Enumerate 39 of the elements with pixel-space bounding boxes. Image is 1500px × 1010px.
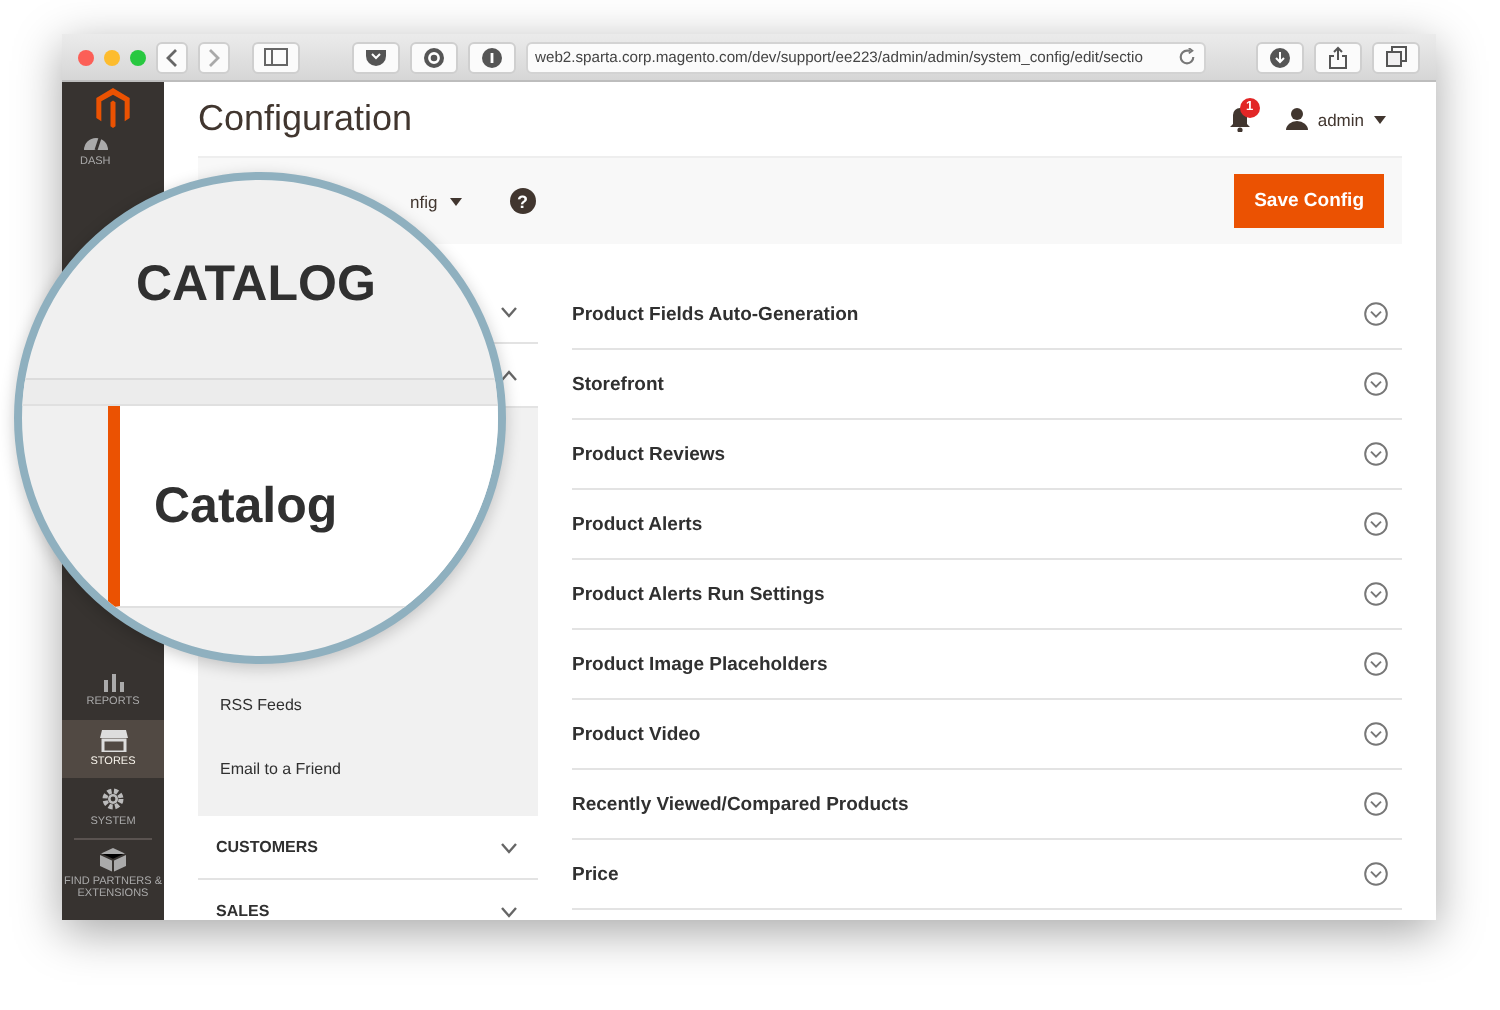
- config-group-header[interactable]: Product Fields Auto-Generation: [572, 280, 1402, 350]
- config-group-header[interactable]: Product Image Placeholders: [572, 630, 1402, 700]
- config-group-header[interactable]: Storefront: [572, 350, 1402, 420]
- scope-switcher[interactable]: nfig: [410, 191, 462, 211]
- download-icon[interactable]: [1256, 41, 1304, 73]
- box-icon: [100, 847, 126, 871]
- section-link[interactable]: Email to a Friend: [198, 736, 538, 800]
- back-button[interactable]: [156, 41, 188, 73]
- user-menu[interactable]: admin: [1285, 108, 1386, 130]
- config-group-header[interactable]: Product Video: [572, 700, 1402, 770]
- extension-icon[interactable]: [409, 41, 457, 73]
- help-button[interactable]: ?: [509, 188, 536, 214]
- caret-icon: [449, 197, 462, 205]
- tabs-icon[interactable]: [1372, 41, 1420, 73]
- extension-icon[interactable]: [467, 41, 515, 73]
- share-icon[interactable]: [1314, 41, 1362, 73]
- page-title: Configuration: [198, 98, 415, 140]
- config-group-header[interactable]: Product Reviews: [572, 420, 1402, 490]
- chevron-icon[interactable]: [500, 369, 518, 381]
- config-group-header[interactable]: Product Alerts Run Settings: [572, 560, 1402, 630]
- magnified-heading: CATALOG: [136, 256, 376, 314]
- chevron-icon[interactable]: [500, 305, 518, 317]
- config-group-header[interactable]: Recently Viewed/Compared Products: [572, 770, 1402, 840]
- caret-icon: [1374, 115, 1386, 123]
- pocket-icon[interactable]: [351, 41, 399, 73]
- config-group-header[interactable]: Product Alerts: [572, 490, 1402, 560]
- chevron-left-icon: [164, 47, 180, 67]
- gear-icon: [100, 785, 126, 812]
- config-group-header[interactable]: Price: [572, 840, 1402, 910]
- logo-icon[interactable]: [96, 88, 130, 128]
- sidebar-icon: [264, 48, 288, 66]
- user-icon: [1285, 108, 1308, 130]
- chevron-right-icon: [206, 47, 222, 67]
- reload-icon[interactable]: [1177, 48, 1195, 66]
- section-link[interactable]: RSS Feeds: [198, 672, 538, 736]
- storefront-icon: [99, 727, 127, 752]
- save-config-button[interactable]: Save Config: [1234, 174, 1384, 228]
- sidebar-button[interactable]: [252, 41, 300, 73]
- bar-chart-icon: [101, 671, 125, 692]
